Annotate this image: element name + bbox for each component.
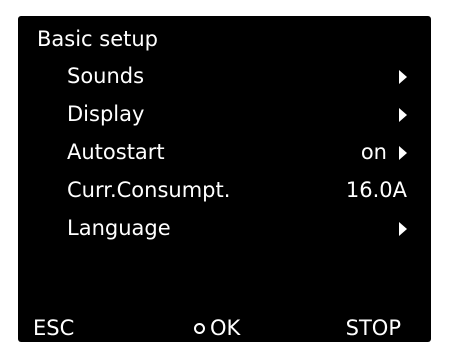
ok-softkey-label: OK (210, 316, 241, 340)
menu-item-display[interactable]: Display (18, 97, 431, 135)
menu-item-value: 16.0A (345, 178, 407, 202)
menu-item-label: Curr.Consumpt. (67, 178, 231, 202)
arrow-right-icon (399, 222, 407, 236)
arrow-right-icon (399, 70, 407, 84)
menu-item-language[interactable]: Language (18, 211, 431, 249)
arrow-right-icon (399, 146, 407, 160)
arrow-right-icon (399, 108, 407, 122)
menu-list: Sounds Display Autostart on Curr.Consump… (18, 59, 431, 249)
ok-softkey[interactable]: OK (194, 313, 240, 343)
esc-softkey[interactable]: ESC (33, 313, 74, 343)
device-screen: Basic setup Sounds Display Autostart on … (18, 16, 431, 342)
menu-item-autostart[interactable]: Autostart on (18, 135, 431, 173)
menu-item-sounds[interactable]: Sounds (18, 59, 431, 97)
menu-title: Basic setup (37, 27, 159, 51)
menu-item-label: Sounds (67, 64, 145, 88)
softkey-bar: ESC OK STOP (18, 313, 431, 343)
circle-icon (194, 322, 205, 334)
menu-item-value: on (360, 140, 387, 164)
menu-item-current-consumption[interactable]: Curr.Consumpt. 16.0A (18, 173, 431, 211)
menu-item-label: Autostart (67, 140, 165, 164)
menu-item-label: Display (67, 102, 145, 126)
stop-softkey[interactable]: STOP (346, 313, 401, 343)
menu-item-label: Language (67, 216, 171, 240)
